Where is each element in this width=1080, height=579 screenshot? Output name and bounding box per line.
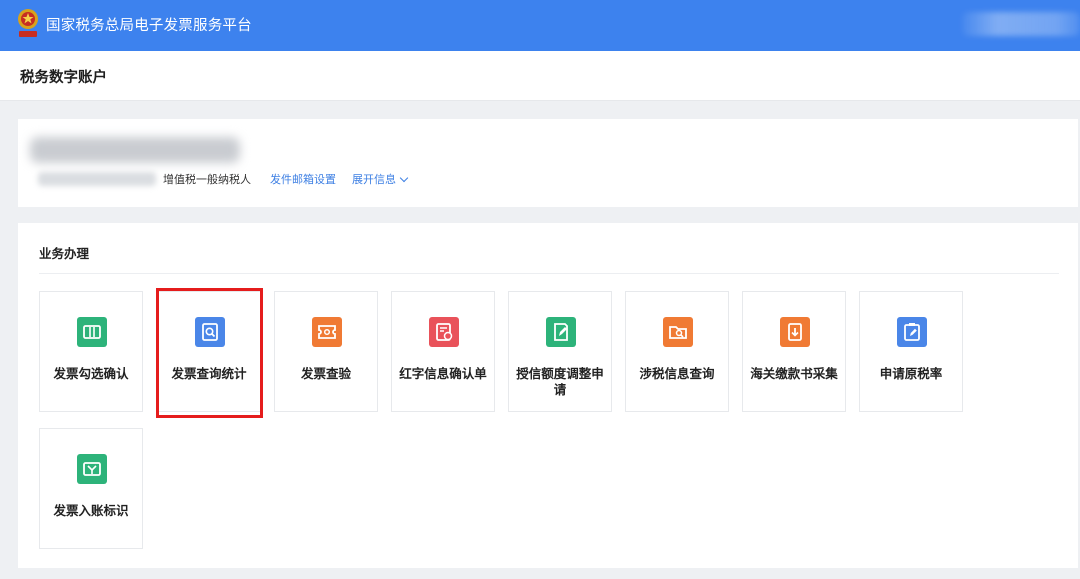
folder-search-icon (663, 317, 693, 347)
tile-tax-info-query[interactable]: 涉税信息查询 (625, 291, 729, 412)
tile-label: 红字信息确认单 (399, 366, 487, 381)
edit-doc-icon (546, 317, 576, 347)
top-header-bar: 国家税务总局电子发票服务平台 (0, 0, 1080, 51)
tile-label: 发票入账标识 (53, 503, 129, 518)
tile-label: 申请原税率 (879, 366, 943, 381)
ticket-mark-icon (77, 454, 107, 484)
mail-settings-link[interactable]: 发件邮箱设置 (270, 171, 336, 187)
expand-info-label: 展开信息 (352, 173, 396, 186)
section-divider (39, 273, 1059, 274)
tile-red-letter-confirm[interactable]: 红字信息确认单 (391, 291, 495, 412)
tile-invoice-verify[interactable]: 发票查验 (274, 291, 378, 412)
ticket-check-icon (77, 317, 107, 347)
section-title: 业务办理 (39, 246, 90, 261)
company-name-blurred (30, 137, 240, 163)
tax-id-blurred (38, 172, 156, 186)
red-letter-doc-icon (429, 317, 459, 347)
tile-label: 海关缴款书采集 (750, 366, 838, 381)
tile-label: 发票勾选确认 (53, 366, 129, 381)
platform-title: 国家税务总局电子发票服务平台 (46, 18, 252, 34)
user-info-blurred[interactable] (962, 12, 1080, 36)
page-title: 税务数字账户 (20, 70, 107, 86)
tile-invoice-select-confirm[interactable]: 发票勾选确认 (39, 291, 143, 412)
tile-label: 授信额度调整申请 (516, 366, 604, 397)
taxpayer-type-label: 增值税一般纳税人 (163, 173, 251, 186)
highlight-annotation-box (156, 288, 263, 418)
ticket-verify-icon (312, 317, 342, 347)
tile-credit-adjust-apply[interactable]: 授信额度调整申请 (508, 291, 612, 412)
expand-info-link[interactable]: 展开信息 (352, 171, 409, 187)
tile-label: 发票查验 (300, 366, 351, 381)
customs-download-icon (780, 317, 810, 347)
clipboard-edit-icon (897, 317, 927, 347)
chevron-down-icon (399, 173, 409, 183)
tile-invoice-booking-mark[interactable]: 发票入账标识 (39, 428, 143, 549)
tax-emblem-icon (18, 9, 38, 37)
account-info-card (18, 119, 1078, 207)
page-title-bar (0, 51, 1080, 101)
tile-apply-original-rate[interactable]: 申请原税率 (859, 291, 963, 412)
tile-customs-payment-collect[interactable]: 海关缴款书采集 (742, 291, 846, 412)
tile-label: 涉税信息查询 (639, 366, 715, 381)
